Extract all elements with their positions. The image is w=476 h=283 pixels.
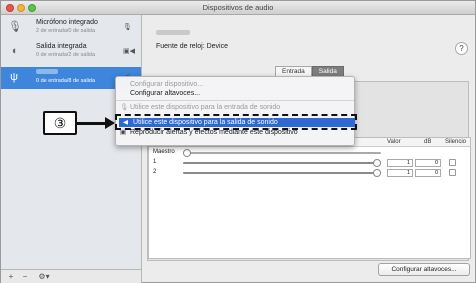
- step-callout: ③: [43, 111, 77, 135]
- usb-icon: ψ: [10, 71, 18, 83]
- volume-slider-2[interactable]: [183, 169, 381, 177]
- speaker-volume-icon: ▣◀: [123, 48, 135, 55]
- clock-source-label: Fuente de reloj: Device: [156, 43, 228, 50]
- mute-checkbox[interactable]: [449, 169, 456, 176]
- menu-item-configure-device[interactable]: Configurar dispositivo...: [116, 80, 354, 89]
- db-field[interactable]: 0: [415, 159, 441, 167]
- callout-arrow: [77, 122, 107, 125]
- menu-item-label: Configurar altavoces...: [130, 90, 201, 97]
- device-item-builtin-output[interactable]: ◖ Salida integrada 0 de entrada/2 de sal…: [1, 41, 141, 63]
- device-name-redacted: [156, 30, 190, 35]
- column-mute: Silencio: [445, 139, 467, 145]
- value-field[interactable]: 1: [387, 169, 413, 177]
- device-name: Salida integrada: [36, 43, 87, 50]
- device-channels: 0 de entrada/8 de salida: [36, 78, 96, 84]
- channel-label: Maestro: [153, 149, 175, 155]
- channel-label: 1: [153, 159, 157, 165]
- gear-icon[interactable]: ⚙▾: [35, 272, 53, 281]
- window-title: Dispositivos de audio: [202, 3, 274, 12]
- menu-item-label: Reproducir alertas y efectos mediante es…: [130, 129, 298, 136]
- microphone-icon: 🎙: [8, 21, 22, 33]
- context-menu: Configurar dispositivo... Configurar alt…: [115, 76, 355, 146]
- volume-slider-master[interactable]: [183, 149, 381, 157]
- add-device-button[interactable]: +: [5, 272, 17, 281]
- callout-arrow-head: [105, 117, 115, 129]
- audio-devices-window: Dispositivos de audio 🎙 Micrófono integr…: [0, 0, 476, 283]
- title-bar: Dispositivos de audio: [1, 1, 475, 15]
- device-name-redacted: [36, 69, 58, 76]
- device-item-microphone[interactable]: 🎙 Micrófono integrado 2 de entrada/0 de …: [1, 17, 141, 39]
- device-channels: 0 de entrada/2 de salida: [36, 52, 96, 58]
- device-sidebar: 🎙 Micrófono integrado 2 de entrada/0 de …: [1, 15, 142, 283]
- menu-item-label: Configurar dispositivo...: [130, 81, 204, 88]
- microphone-small-icon: 🎙: [123, 24, 132, 31]
- menu-item-configure-speakers[interactable]: Configurar altavoces...: [116, 89, 354, 98]
- speaker-icon: ◖: [10, 45, 18, 57]
- menu-separator: [116, 100, 354, 101]
- highlight-frame: [115, 114, 357, 130]
- table-row: Maestro: [149, 148, 470, 158]
- column-value: Valor: [387, 139, 401, 145]
- slider-knob[interactable]: [183, 149, 191, 157]
- table-row: 1 1 0: [149, 158, 470, 168]
- db-field[interactable]: 0: [415, 169, 441, 177]
- volume-table: Valor dB Silencio Maestro 1 1 0 2 1 0: [148, 137, 471, 259]
- configure-speakers-button[interactable]: Configurar altavoces...: [378, 263, 470, 276]
- device-channels: 2 de entrada/0 de salida: [36, 28, 96, 34]
- menu-item-label: Utilice este dispositivo para la entrada…: [130, 104, 281, 111]
- slider-fill: [183, 162, 381, 164]
- sidebar-toolbar: + − ⚙▾: [1, 269, 141, 283]
- value-field[interactable]: 1: [387, 159, 413, 167]
- mute-checkbox[interactable]: [449, 159, 456, 166]
- slider-knob[interactable]: [373, 159, 381, 167]
- volume-slider-1[interactable]: [183, 159, 381, 167]
- channel-label: 2: [153, 169, 157, 175]
- microphone-icon: 🎙: [120, 104, 129, 111]
- column-db: dB: [424, 139, 432, 145]
- table-row: 2 1 0: [149, 168, 470, 178]
- help-button[interactable]: ?: [455, 42, 468, 55]
- menu-item-use-for-input[interactable]: 🎙 Utilice este dispositivo para la entra…: [116, 103, 354, 112]
- device-name: Micrófono integrado: [36, 19, 98, 26]
- slider-knob[interactable]: [373, 169, 381, 177]
- remove-device-button[interactable]: −: [19, 272, 31, 281]
- slider-fill: [183, 172, 381, 174]
